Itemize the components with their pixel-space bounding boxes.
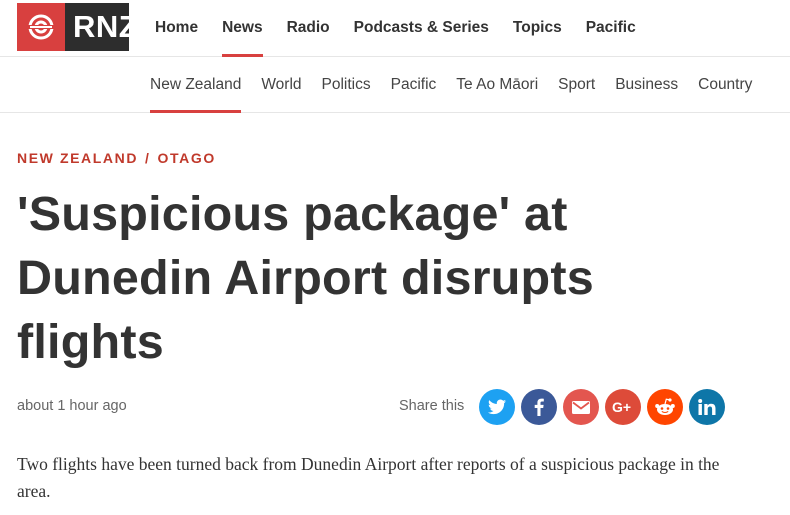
main-nav: Home News Radio Podcasts & Series Topics…	[155, 0, 660, 57]
subnav-item-sport[interactable]: Sport	[558, 57, 595, 113]
subnav-item-world[interactable]: World	[261, 57, 301, 113]
share-label: Share this	[399, 398, 465, 414]
site-header: RNZ Home News Radio Podcasts & Series To…	[0, 0, 790, 57]
subnav-item-new-zealand[interactable]: New Zealand	[150, 57, 242, 113]
section-subnav-bar: New Zealand World Politics Pacific Te Ao…	[0, 57, 790, 113]
logo-wordmark: RNZ	[73, 9, 139, 44]
google-plus-share-button[interactable]: G+	[605, 389, 641, 425]
twitter-icon	[488, 399, 506, 415]
twitter-share-button[interactable]	[479, 389, 515, 425]
breadcrumb-region-link[interactable]: OTAGO	[158, 150, 216, 166]
rnz-logo[interactable]: RNZ	[17, 3, 138, 51]
linkedin-icon	[698, 399, 716, 415]
breadcrumb-separator: /	[145, 150, 151, 166]
article-summary: Two flights have been turned back from D…	[17, 454, 720, 501]
nav-item-podcasts-series[interactable]: Podcasts & Series	[354, 0, 489, 57]
article-timestamp: about 1 hour ago	[17, 398, 127, 414]
facebook-icon	[534, 398, 544, 416]
share-buttons: G+	[479, 389, 731, 425]
article-headline: 'Suspicious package' at Dunedin Airport …	[17, 187, 594, 369]
subnav-item-te-ao-maori[interactable]: Te Ao Māori	[456, 57, 538, 113]
email-share-button[interactable]	[563, 389, 599, 425]
nav-item-news[interactable]: News	[222, 0, 263, 57]
facebook-share-button[interactable]	[521, 389, 557, 425]
nav-item-pacific[interactable]: Pacific	[586, 0, 636, 57]
reddit-icon	[655, 398, 675, 415]
breadcrumb: NEW ZEALAND / OTAGO	[17, 150, 216, 166]
subnav-item-pacific[interactable]: Pacific	[391, 57, 437, 113]
svg-text:G+: G+	[612, 400, 631, 414]
reddit-share-button[interactable]	[647, 389, 683, 425]
subnav-item-country[interactable]: Country	[698, 57, 752, 113]
google-plus-icon: G+	[612, 400, 631, 414]
breadcrumb-section-link[interactable]: NEW ZEALAND	[17, 150, 138, 166]
linkedin-share-button[interactable]	[689, 389, 725, 425]
subnav-item-business[interactable]: Business	[615, 57, 678, 113]
nav-item-radio[interactable]: Radio	[287, 0, 330, 57]
subnav-item-politics[interactable]: Politics	[322, 57, 371, 113]
nav-item-home[interactable]: Home	[155, 0, 198, 57]
nav-item-topics[interactable]: Topics	[513, 0, 562, 57]
section-subnav: New Zealand World Politics Pacific Te Ao…	[150, 57, 772, 113]
rnz-logo-mark-icon	[17, 3, 65, 51]
email-icon	[572, 400, 590, 414]
